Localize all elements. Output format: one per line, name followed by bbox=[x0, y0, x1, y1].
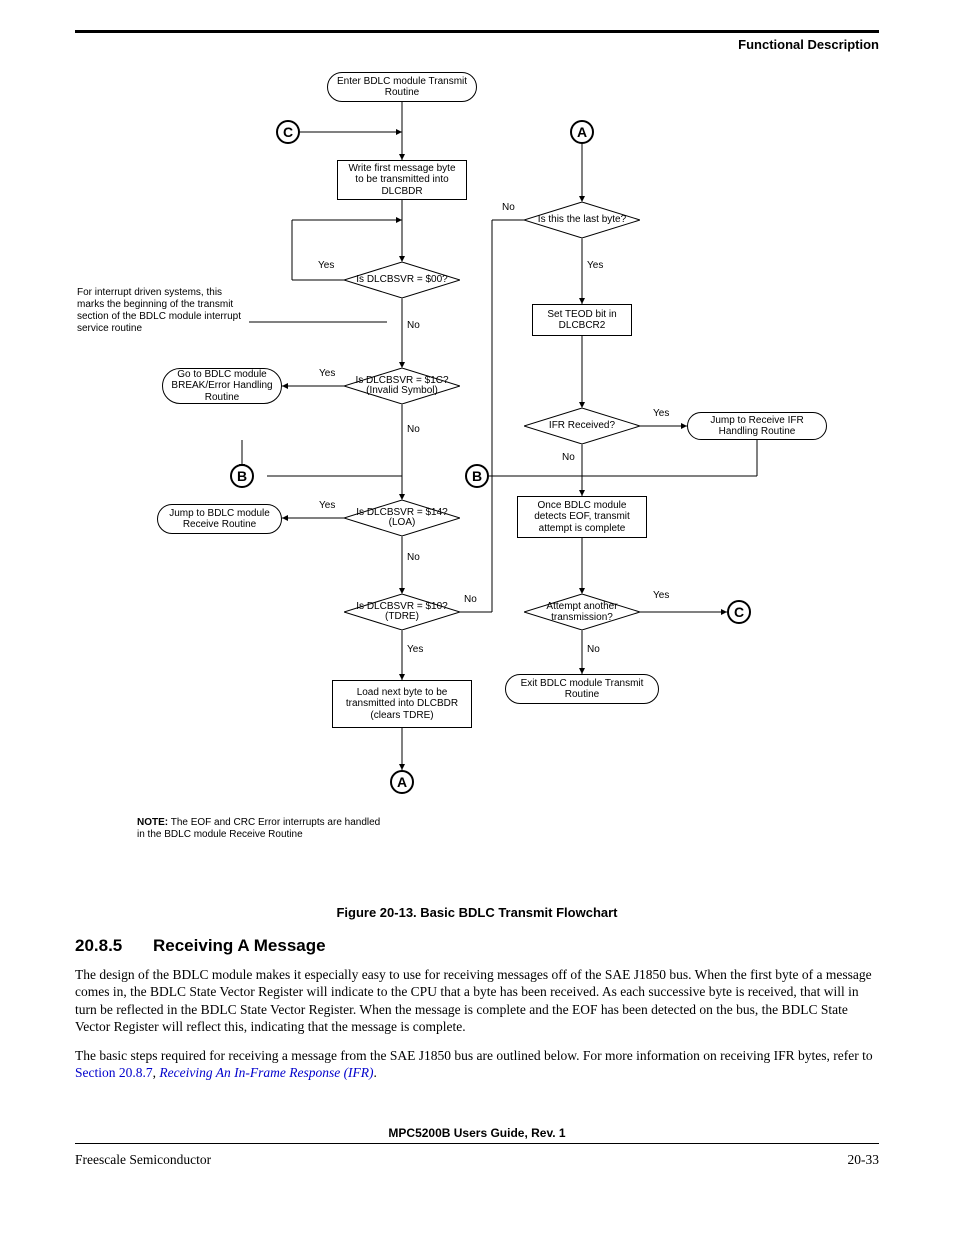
section-title: Receiving A Message bbox=[153, 936, 326, 955]
lbl-no-again: No bbox=[587, 644, 600, 655]
lbl-no-10: No bbox=[464, 594, 477, 605]
footer-line: Freescale Semiconductor 20-33 bbox=[75, 1152, 879, 1168]
lbl-yes-00: Yes bbox=[318, 260, 334, 271]
node-is-14: Is DLCBSVR = $14? (LOA) bbox=[344, 500, 460, 536]
node-load-next: Load next byte to be transmitted into DL… bbox=[332, 680, 472, 728]
node-last-byte: Is this the last byte? bbox=[524, 202, 640, 238]
node-is-1c-text: Is DLCBSVR = $1C? (Invalid Symbol) bbox=[344, 368, 460, 404]
node-exit: Exit BDLC module Transmit Routine bbox=[505, 674, 659, 704]
lbl-yes-ifr: Yes bbox=[653, 408, 669, 419]
node-last-byte-text: Is this the last byte? bbox=[524, 202, 640, 238]
xref-title[interactable]: Receiving An In-Frame Response (IFR) bbox=[159, 1065, 373, 1080]
caption-label: Figure 20-13. bbox=[336, 905, 416, 920]
footer-doc-title: MPC5200B Users Guide, Rev. 1 bbox=[75, 1126, 879, 1140]
node-jump-ifr: Jump to Receive IFR Handling Routine bbox=[687, 412, 827, 440]
section-number: 20.8.5 bbox=[75, 936, 153, 956]
flowchart-figure: Enter BDLC module Transmit Routine C Wri… bbox=[77, 72, 877, 897]
lbl-yes-1c: Yes bbox=[319, 368, 335, 379]
connector-a-bottom: A bbox=[390, 770, 414, 794]
node-again-text: Attempt another transmission? bbox=[524, 594, 640, 630]
note-eof-crc: NOTE: The EOF and CRC Error interrupts a… bbox=[137, 817, 387, 841]
node-jump-rx: Jump to BDLC module Receive Routine bbox=[157, 504, 282, 534]
section-heading: 20.8.5Receiving A Message bbox=[75, 936, 879, 956]
connector-c-right: C bbox=[727, 600, 751, 624]
node-again: Attempt another transmission? bbox=[524, 594, 640, 630]
lbl-no-14: No bbox=[407, 552, 420, 563]
node-is-14-text: Is DLCBSVR = $14? (LOA) bbox=[344, 500, 460, 536]
node-is-00: Is DLCBSVR = $00? bbox=[344, 262, 460, 298]
annotation-isr: For interrupt driven systems, this marks… bbox=[77, 287, 249, 335]
paragraph-2: The basic steps required for receiving a… bbox=[75, 1047, 879, 1082]
figure-caption: Figure 20-13. Basic BDLC Transmit Flowch… bbox=[75, 905, 879, 920]
node-is-10: Is DLCBSVR = $10? (TDRE) bbox=[344, 594, 460, 630]
node-is-00-text: Is DLCBSVR = $00? bbox=[344, 262, 460, 298]
footer-right: 20-33 bbox=[848, 1152, 880, 1168]
node-break-error: Go to BDLC module BREAK/Error Handling R… bbox=[162, 368, 282, 404]
note-text: The EOF and CRC Error interrupts are han… bbox=[137, 817, 380, 840]
connector-c-top: C bbox=[276, 120, 300, 144]
p2-tail: . bbox=[374, 1065, 377, 1080]
connector-b-left: B bbox=[230, 464, 254, 488]
node-is-1c: Is DLCBSVR = $1C? (Invalid Symbol) bbox=[344, 368, 460, 404]
top-rule bbox=[75, 30, 879, 33]
node-is-10-text: Is DLCBSVR = $10? (TDRE) bbox=[344, 594, 460, 630]
footer-left: Freescale Semiconductor bbox=[75, 1152, 211, 1168]
lbl-no-00: No bbox=[407, 320, 420, 331]
footer-rule bbox=[75, 1143, 879, 1144]
caption-title: Basic BDLC Transmit Flowchart bbox=[420, 905, 617, 920]
lbl-yes-10: Yes bbox=[407, 644, 423, 655]
lbl-no-1c: No bbox=[407, 424, 420, 435]
p2-prefix: The basic steps required for receiving a… bbox=[75, 1048, 873, 1063]
node-ifr-text: IFR Received? bbox=[524, 408, 640, 444]
header-section-title: Functional Description bbox=[75, 37, 879, 52]
lbl-no-ifr: No bbox=[562, 452, 575, 463]
node-write-first: Write first message byte to be transmitt… bbox=[337, 160, 467, 200]
xref-section[interactable]: Section 20.8.7 bbox=[75, 1065, 153, 1080]
lbl-no-last: No bbox=[502, 202, 515, 213]
note-bold: NOTE: bbox=[137, 817, 168, 828]
node-start: Enter BDLC module Transmit Routine bbox=[327, 72, 477, 102]
connector-b-right: B bbox=[465, 464, 489, 488]
paragraph-1: The design of the BDLC module makes it e… bbox=[75, 966, 879, 1035]
node-teod: Set TEOD bit in DLCBCR2 bbox=[532, 304, 632, 336]
node-ifr: IFR Received? bbox=[524, 408, 640, 444]
node-eof: Once BDLC module detects EOF, transmit a… bbox=[517, 496, 647, 538]
lbl-yes-again: Yes bbox=[653, 590, 669, 601]
connector-a-top: A bbox=[570, 120, 594, 144]
lbl-yes-14: Yes bbox=[319, 500, 335, 511]
lbl-yes-last: Yes bbox=[587, 260, 603, 271]
